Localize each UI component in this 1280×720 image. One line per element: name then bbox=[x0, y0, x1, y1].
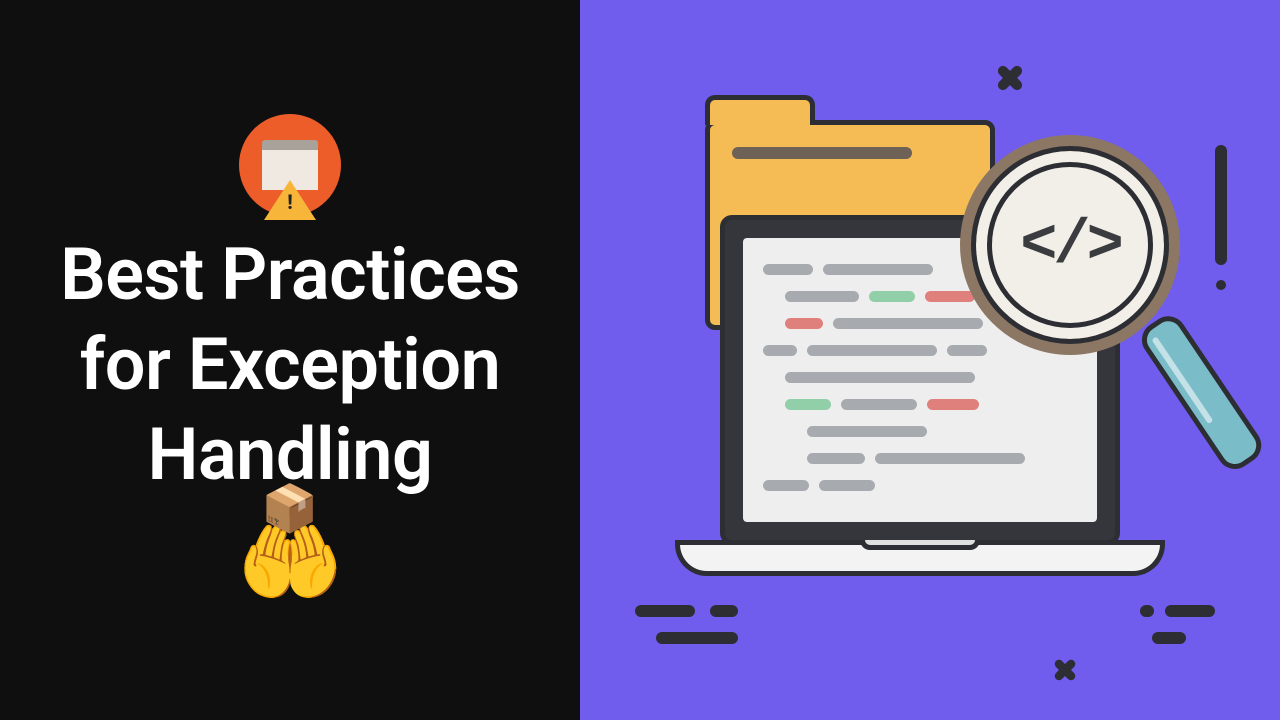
decoration-dash bbox=[1152, 632, 1186, 644]
exclamation-dot bbox=[1216, 280, 1226, 290]
laptop-base bbox=[675, 540, 1165, 576]
sparkle-icon bbox=[1040, 645, 1091, 696]
decoration-dash bbox=[710, 605, 738, 617]
decoration-dash bbox=[635, 605, 695, 617]
decoration-dash bbox=[656, 632, 738, 644]
magnifier-handle bbox=[1135, 309, 1268, 476]
sparkle-icon bbox=[980, 48, 1040, 108]
headline-text: Best Practices for Exception Handling bbox=[24, 230, 556, 500]
right-panel: </> bbox=[580, 0, 1280, 720]
thumbnail-stage: ! Best Practices for Exception Handling … bbox=[0, 0, 1280, 720]
magnifier-lens-icon: </> bbox=[960, 135, 1180, 355]
exclamation-line bbox=[1215, 145, 1227, 265]
decoration-dash bbox=[1140, 605, 1154, 617]
laptop-code-illustration: </> bbox=[580, 0, 1280, 720]
caring-hands-emoji: 📦 🤲 bbox=[236, 520, 343, 606]
decoration-dash bbox=[1165, 605, 1215, 617]
warning-browser-icon: ! bbox=[239, 114, 341, 216]
left-panel: ! Best Practices for Exception Handling … bbox=[0, 0, 580, 720]
